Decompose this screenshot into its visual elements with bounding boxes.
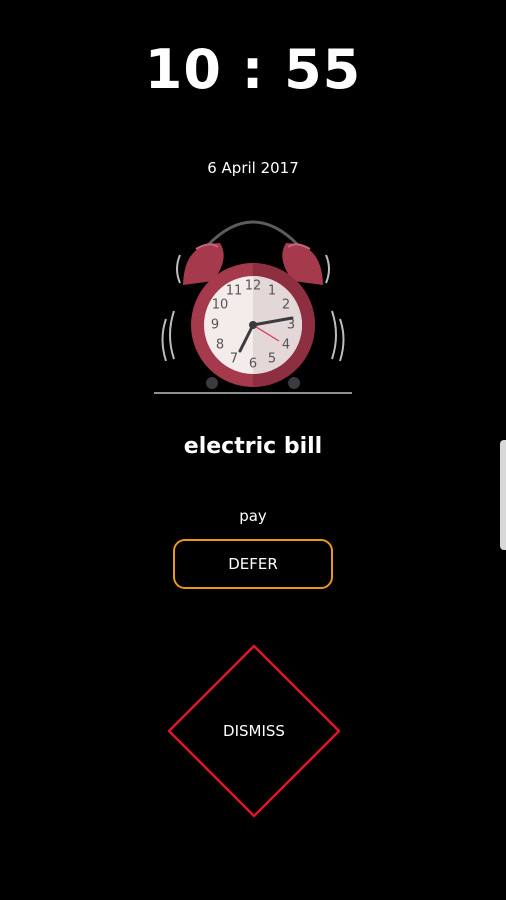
clock-numeral: 5 <box>268 352 276 367</box>
clock-numeral: 6 <box>249 357 257 372</box>
clock-numeral: 9 <box>211 318 219 333</box>
defer-button[interactable]: DEFER <box>173 539 333 589</box>
alarm-title: electric bill <box>183 434 323 459</box>
alarm-note: pay <box>239 507 267 525</box>
clock-numeral: 4 <box>282 338 290 353</box>
alarm-time: 10 : 55 <box>144 38 362 101</box>
alarm-date: 6 April 2017 <box>207 159 299 177</box>
clock-numeral: 10 <box>212 298 229 313</box>
dismiss-button-label: DISMISS <box>223 722 285 740</box>
clock-numeral: 8 <box>216 338 224 353</box>
edge-panel-handle[interactable] <box>500 440 506 550</box>
clock-numeral: 1 <box>268 284 276 299</box>
clock-numeral: 12 <box>245 279 262 294</box>
clock-numeral: 2 <box>282 298 290 313</box>
clock-numeral: 11 <box>226 284 243 299</box>
alarm-clock-icon: 12 1 2 3 4 5 6 7 8 9 10 11 <box>154 220 352 394</box>
defer-button-label: DEFER <box>228 555 278 573</box>
clock-numeral: 7 <box>230 352 238 367</box>
dismiss-button[interactable]: DISMISS <box>163 640 345 822</box>
